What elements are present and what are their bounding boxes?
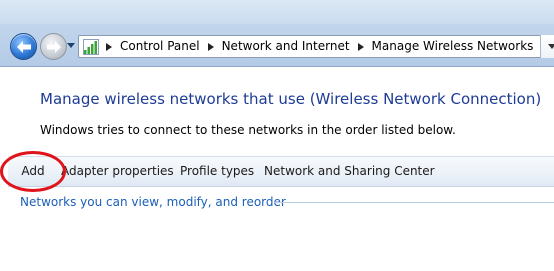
address-dropdown-button[interactable] [540,35,554,58]
location-icon [82,38,100,56]
chevron-right-icon [106,42,112,51]
page-title: Manage wireless networks that use (Wirel… [40,90,542,108]
forward-arrow-icon [46,40,61,53]
breadcrumb-separator-icon[interactable] [204,36,218,57]
page-description: Windows tries to connect to these networ… [40,123,456,137]
breadcrumb-separator-icon[interactable] [102,36,116,57]
section-divider [274,202,554,203]
breadcrumb-manage-wireless-networks[interactable]: Manage Wireless Networks [370,36,536,57]
navigation-bar: Control Panel Network and Internet Manag… [0,0,554,67]
breadcrumb-control-panel[interactable]: Control Panel [118,36,202,57]
address-bar[interactable]: Control Panel Network and Internet Manag… [78,35,554,58]
recent-pages-button[interactable] [66,40,76,52]
add-button[interactable]: Add [13,156,53,187]
chevron-right-icon [207,42,214,51]
breadcrumb-separator-icon[interactable] [354,36,368,57]
adapter-properties-button[interactable]: Adapter properties [61,156,174,187]
back-arrow-icon [16,40,31,53]
chevron-down-icon [67,43,75,48]
command-bar: Add Adapter properties Profile types Net… [8,156,554,187]
network-signal-icon [83,38,99,55]
breadcrumb-network-and-internet[interactable]: Network and Internet [220,36,352,57]
back-button[interactable] [10,33,37,60]
network-sharing-center-button[interactable]: Network and Sharing Center [264,156,435,187]
chevron-down-icon [547,43,554,49]
chevron-right-icon [357,42,364,51]
forward-button[interactable] [40,33,67,60]
profile-types-button[interactable]: Profile types [180,156,254,187]
networks-section-header: Networks you can view, modify, and reord… [20,195,286,209]
